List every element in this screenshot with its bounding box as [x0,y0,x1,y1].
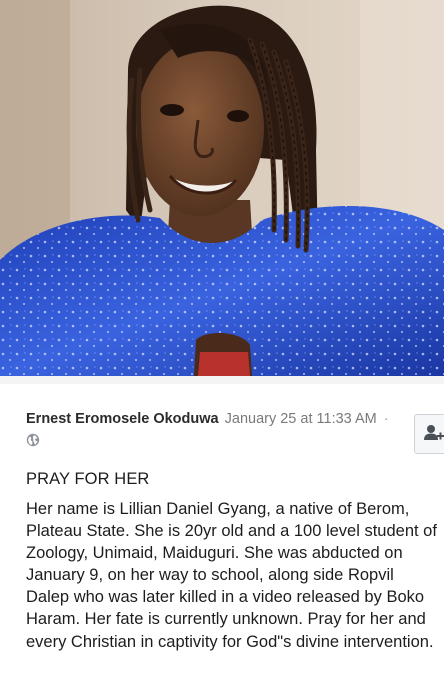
section-divider [0,376,444,384]
globe-icon[interactable] [26,433,40,447]
post-timestamp[interactable]: January 25 at 11:33 AM [225,411,377,427]
add-friend-icon [424,425,444,440]
portrait-photo [0,0,444,376]
post-title: PRAY FOR HER [26,470,150,488]
author-name[interactable]: Ernest Eromosele Okoduwa [26,411,219,427]
facebook-post-screenshot: Ernest Eromosele Okoduwa January 25 at 1… [0,0,444,690]
post-card: Ernest Eromosele Okoduwa January 25 at 1… [0,384,444,690]
post-photo[interactable] [0,0,444,376]
add-friend-button[interactable] [414,414,444,454]
post-body: Her name is Lillian Daniel Gyang, a nati… [26,500,437,651]
header-separator: · [383,411,389,427]
post-header: Ernest Eromosele Okoduwa January 25 at 1… [26,410,389,428]
